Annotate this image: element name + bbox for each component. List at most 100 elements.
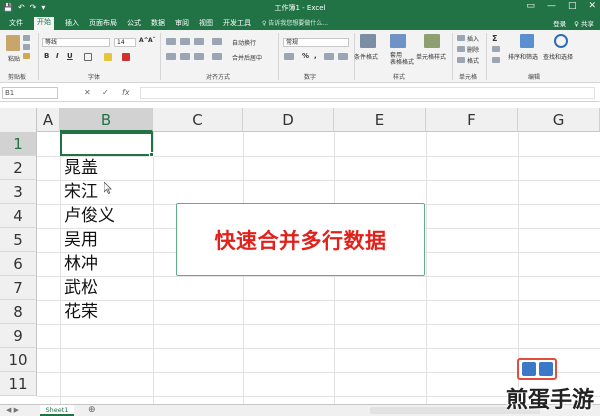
name-box[interactable]: B1: [2, 87, 58, 99]
percent-button[interactable]: %: [302, 52, 309, 60]
column-header-f[interactable]: F: [426, 108, 518, 132]
bold-button[interactable]: B: [44, 52, 49, 60]
cut-icon[interactable]: [23, 35, 30, 41]
copy-icon[interactable]: [23, 44, 30, 50]
tab-formulas[interactable]: 公式: [124, 18, 144, 29]
font-name-select[interactable]: 等线: [42, 38, 110, 47]
fill-icon[interactable]: [492, 46, 500, 52]
maximize-icon[interactable]: □: [568, 1, 577, 11]
confirm-icon[interactable]: ✓: [102, 88, 109, 97]
decrease-decimal-icon[interactable]: [338, 53, 348, 60]
column-header-a[interactable]: A: [37, 108, 60, 132]
align-left-icon[interactable]: [166, 53, 176, 60]
format-cells-button[interactable]: 格式: [467, 56, 479, 65]
login-link[interactable]: 登录: [553, 18, 566, 28]
delete-cells-icon[interactable]: [457, 46, 465, 52]
worksheet-grid[interactable]: A B C D E F G 1 2 3 4 5 6 7 8 9 10 11 晁盖…: [0, 108, 600, 404]
indent-icon[interactable]: [212, 53, 222, 60]
number-format-select[interactable]: 常规: [283, 38, 349, 47]
select-all-corner[interactable]: [0, 108, 37, 132]
italic-button[interactable]: I: [56, 52, 59, 60]
delete-cells-button[interactable]: 删除: [467, 45, 479, 54]
tab-view[interactable]: 视图: [196, 18, 216, 29]
row-header-6[interactable]: 6: [0, 252, 37, 276]
tab-home[interactable]: 开始: [34, 17, 54, 30]
floating-toolbar-button[interactable]: [517, 358, 557, 380]
cell-b7[interactable]: 武松: [64, 276, 98, 300]
align-top-icon[interactable]: [166, 38, 176, 45]
cell-b2[interactable]: 晁盖: [64, 156, 98, 180]
fill-handle[interactable]: [149, 152, 154, 157]
currency-icon[interactable]: [284, 53, 294, 60]
insert-function-icon[interactable]: fx: [122, 88, 130, 97]
font-size-select[interactable]: 14: [114, 38, 136, 47]
cell-b3[interactable]: 宋江: [64, 180, 98, 204]
font-color-icon[interactable]: [122, 53, 130, 61]
format-as-table-button[interactable]: 套用 表格格式: [390, 52, 414, 66]
tell-me-search[interactable]: ♀ 告诉我您想要做什么...: [262, 18, 328, 27]
row-header-11[interactable]: 11: [0, 372, 37, 396]
row-header-7[interactable]: 7: [0, 276, 37, 300]
column-header-e[interactable]: E: [334, 108, 426, 132]
row-header-4[interactable]: 4: [0, 204, 37, 228]
tab-page-layout[interactable]: 页面布局: [86, 18, 120, 29]
plugin-icon[interactable]: [538, 362, 553, 376]
conditional-format-icon[interactable]: [360, 34, 376, 48]
row-header-3[interactable]: 3: [0, 180, 37, 204]
row-header-2[interactable]: 2: [0, 156, 37, 180]
fill-color-icon[interactable]: [104, 53, 112, 61]
wrap-text-button[interactable]: 自动换行: [232, 38, 256, 47]
border-icon[interactable]: [84, 53, 92, 61]
cell-styles-icon[interactable]: [424, 34, 440, 48]
column-header-b[interactable]: B: [60, 108, 153, 132]
cell-b8[interactable]: 花荣: [64, 300, 98, 324]
format-cells-icon[interactable]: [457, 57, 465, 63]
tab-insert[interactable]: 插入: [62, 18, 82, 29]
cell-b5[interactable]: 吴用: [64, 228, 98, 252]
conditional-format-button[interactable]: 条件格式: [354, 52, 378, 61]
formula-input[interactable]: [140, 87, 595, 99]
sheet-tab-sheet1[interactable]: Sheet1: [40, 405, 74, 416]
cell-b6[interactable]: 林冲: [64, 252, 98, 276]
shrink-font-icon[interactable]: Aˇ: [148, 37, 156, 44]
tab-developer[interactable]: 开发工具: [220, 18, 254, 29]
share-button[interactable]: ♀ 共享: [574, 18, 594, 28]
add-sheet-icon[interactable]: ⊕: [88, 405, 96, 416]
tab-file[interactable]: 文件: [6, 18, 26, 29]
comma-button[interactable]: ,: [314, 52, 317, 60]
align-right-icon[interactable]: [194, 53, 204, 60]
tab-review[interactable]: 审阅: [172, 18, 192, 29]
row-header-10[interactable]: 10: [0, 348, 37, 372]
row-header-1[interactable]: 1: [0, 132, 37, 156]
column-header-d[interactable]: D: [243, 108, 334, 132]
cell-styles-button[interactable]: 单元格样式: [416, 52, 446, 61]
close-icon[interactable]: ✕: [588, 1, 596, 11]
column-header-c[interactable]: C: [153, 108, 243, 132]
find-select-button[interactable]: 查找和选择: [543, 52, 573, 61]
clear-icon[interactable]: [492, 57, 500, 63]
cancel-icon[interactable]: ✕: [84, 88, 91, 97]
plugin-icon[interactable]: [521, 362, 536, 376]
row-header-9[interactable]: 9: [0, 324, 37, 348]
row-header-8[interactable]: 8: [0, 300, 37, 324]
tab-data[interactable]: 数据: [148, 18, 168, 29]
autosum-icon[interactable]: Σ: [492, 34, 497, 43]
minimize-icon[interactable]: —: [547, 1, 556, 11]
align-middle-icon[interactable]: [180, 38, 190, 45]
insert-cells-button[interactable]: 插入: [467, 34, 479, 43]
increase-decimal-icon[interactable]: [324, 53, 334, 60]
paste-icon[interactable]: [6, 35, 20, 51]
paste-button[interactable]: 粘贴: [8, 54, 20, 63]
insert-cells-icon[interactable]: [457, 35, 465, 41]
orientation-icon[interactable]: [212, 38, 222, 45]
column-header-g[interactable]: G: [518, 108, 600, 132]
align-bottom-icon[interactable]: [194, 38, 204, 45]
active-cell-b1[interactable]: [60, 132, 154, 157]
find-select-icon[interactable]: [554, 34, 568, 48]
align-center-icon[interactable]: [180, 53, 190, 60]
cell-b4[interactable]: 卢俊义: [64, 204, 115, 228]
sheet-nav-arrows[interactable]: ◀ ▶: [6, 405, 19, 416]
sort-filter-icon[interactable]: [520, 34, 534, 48]
ribbon-display-icon[interactable]: ▭: [526, 1, 535, 11]
format-painter-icon[interactable]: [23, 53, 30, 59]
